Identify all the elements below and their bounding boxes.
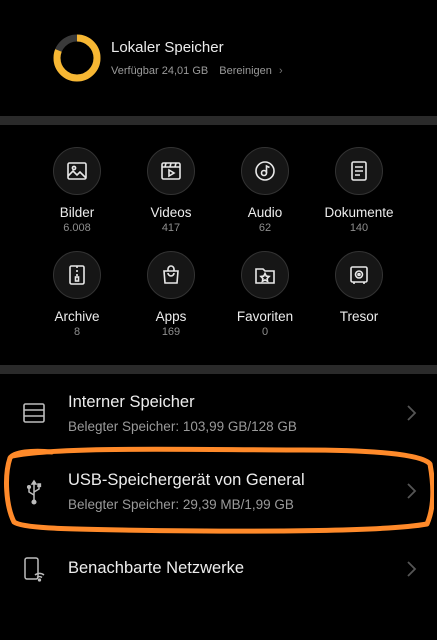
available-space: Verfügbar 24,01 GB	[111, 65, 209, 77]
location-title: Interner Speicher	[68, 393, 195, 411]
image-icon	[53, 147, 101, 195]
location-title: Benachbarte Netzwerke	[68, 559, 245, 577]
category-archives[interactable]: Archive 8	[27, 251, 127, 338]
storage-title: Lokaler Speicher	[111, 39, 224, 56]
favorites-icon	[241, 251, 289, 299]
category-count: 6.008	[63, 222, 91, 234]
network-icon	[24, 557, 45, 582]
category-grid: Bilder 6.008 Videos 417 Audio 62 Dokumen…	[0, 125, 437, 365]
clean-link[interactable]: Bereinigen	[219, 65, 272, 77]
category-label: Apps	[155, 309, 187, 324]
location-internal-storage[interactable]: Interner Speicher Belegter Speicher: 103…	[0, 378, 437, 444]
chevron-right-icon: ›	[278, 65, 283, 77]
category-videos[interactable]: Videos 417	[121, 147, 221, 234]
category-images[interactable]: Bilder 6.008	[27, 147, 127, 234]
document-icon	[335, 147, 383, 195]
video-icon	[147, 147, 195, 195]
audio-icon	[241, 147, 289, 195]
chevron-right-icon	[407, 405, 417, 421]
category-label: Dokumente	[324, 205, 394, 220]
category-safe[interactable]: Tresor	[309, 251, 409, 326]
safe-icon	[335, 251, 383, 299]
annotation-highlight	[4, 446, 434, 534]
section-divider	[0, 116, 437, 125]
storage-usage-ring	[53, 34, 101, 82]
category-label: Tresor	[339, 309, 379, 324]
category-audio[interactable]: Audio 62	[215, 147, 315, 234]
internal-storage-icon	[23, 403, 45, 423]
category-label: Bilder	[59, 205, 95, 220]
category-count: 417	[161, 222, 181, 234]
chevron-right-icon	[407, 561, 417, 577]
category-label: Favoriten	[236, 309, 294, 324]
category-label: Archive	[54, 309, 100, 324]
category-documents[interactable]: Dokumente 140	[309, 147, 409, 234]
category-count: 8	[73, 326, 81, 338]
storage-summary[interactable]: Lokaler Speicher Verfügbar 24,01 GB Bere…	[0, 0, 437, 116]
storage-subtitle: Verfügbar 24,01 GB Bereinigen ›	[111, 65, 283, 77]
apps-icon	[147, 251, 195, 299]
category-label: Audio	[247, 205, 283, 220]
location-nearby-networks[interactable]: Benachbarte Netzwerke	[0, 540, 437, 600]
category-apps[interactable]: Apps 169	[121, 251, 221, 338]
category-label: Videos	[150, 205, 192, 220]
category-count: 62	[258, 222, 272, 234]
archive-icon	[53, 251, 101, 299]
category-count: 140	[349, 222, 369, 234]
section-divider	[0, 365, 437, 374]
category-count: 0	[261, 326, 269, 338]
location-subtitle: Belegter Speicher: 103,99 GB/128 GB	[68, 419, 297, 434]
category-favorites[interactable]: Favoriten 0	[215, 251, 315, 338]
category-count: 169	[161, 326, 181, 338]
